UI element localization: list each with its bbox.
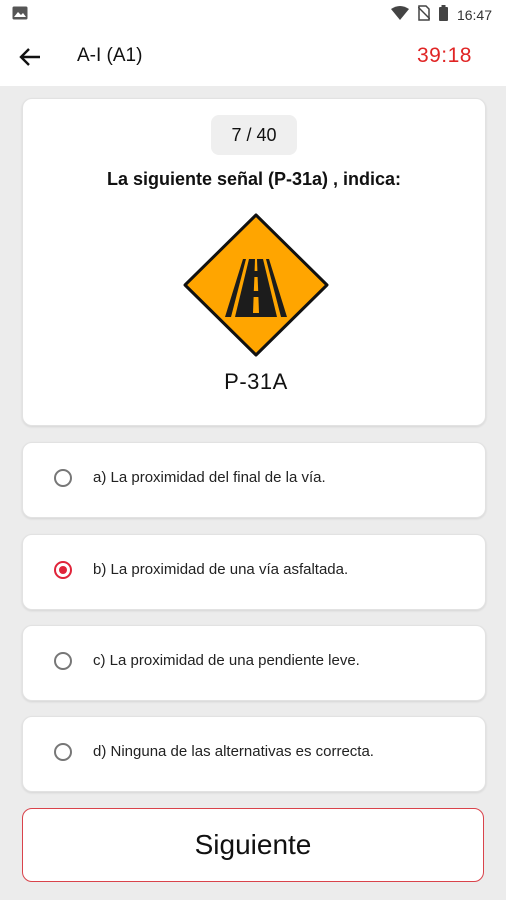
question-counter: 7 / 40 bbox=[211, 115, 297, 155]
option-label: a) La proximidad del final de la vía. bbox=[93, 469, 326, 486]
arrow-left-icon bbox=[19, 48, 40, 66]
question-text: La siguiente señal (P-31a) , indica: bbox=[106, 169, 402, 189]
next-button[interactable]: Siguiente bbox=[22, 808, 484, 882]
page-title: A-I (A1) bbox=[77, 45, 143, 66]
radio-button[interactable] bbox=[54, 469, 72, 487]
radio-button[interactable] bbox=[54, 561, 72, 579]
status-bar: 16:47 bbox=[0, 0, 506, 28]
question-card: 7 / 40 La siguiente señal (P-31a) , indi… bbox=[22, 98, 486, 426]
no-sim-icon bbox=[417, 5, 431, 24]
option-label: b) La proximidad de una vía asfaltada. bbox=[93, 561, 349, 578]
sign-code-label: P-31A bbox=[224, 369, 288, 394]
option-label: d) Ninguna de las alternativas es correc… bbox=[93, 743, 374, 760]
option-b[interactable]: b) La proximidad de una vía asfaltada. bbox=[22, 534, 486, 610]
battery-icon bbox=[438, 5, 448, 24]
road-sign-image: P-31A bbox=[175, 207, 337, 403]
status-time: 16:47 bbox=[456, 6, 492, 23]
option-c[interactable]: c) La proximidad de una pendiente leve. bbox=[22, 625, 486, 701]
radio-button[interactable] bbox=[54, 652, 72, 670]
back-button[interactable] bbox=[16, 43, 46, 71]
app-bar: A-I (A1) 39:18 bbox=[0, 28, 506, 86]
image-icon bbox=[12, 6, 28, 25]
option-a[interactable]: a) La proximidad del final de la vía. bbox=[22, 442, 486, 518]
option-d[interactable]: d) Ninguna de las alternativas es correc… bbox=[22, 716, 486, 792]
radio-button[interactable] bbox=[54, 743, 72, 761]
wifi-icon bbox=[390, 6, 409, 23]
road-sign-icon bbox=[183, 213, 329, 357]
countdown-timer: 39:18 bbox=[416, 44, 472, 67]
option-label: c) La proximidad de una pendiente leve. bbox=[93, 652, 360, 669]
